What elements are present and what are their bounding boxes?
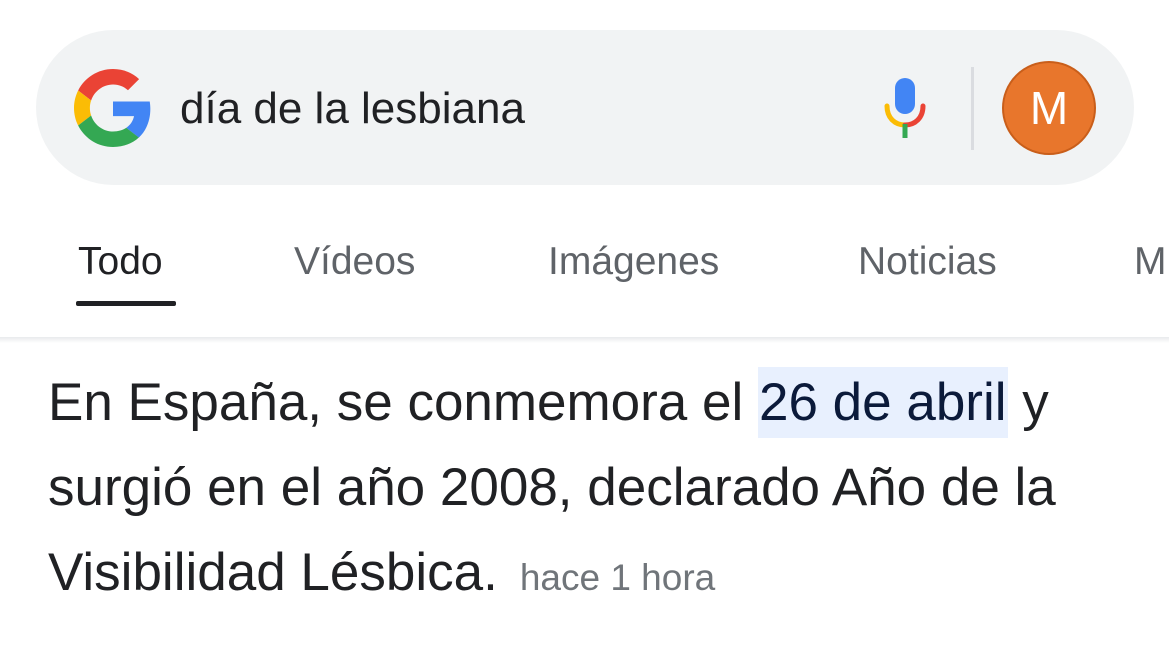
answer-text-start: En España, se conmemora el [48, 373, 758, 432]
google-search-results-page: día de la lesbiana M Todo Vídeos Imágene… [0, 0, 1169, 653]
answer-timestamp: hace 1 hora [519, 557, 716, 598]
tabs-divider [0, 337, 1169, 343]
tab-imagenes[interactable]: Imágenes [548, 238, 719, 286]
tab-todo[interactable]: Todo [78, 238, 163, 286]
search-bar-divider [971, 67, 974, 150]
featured-answer: En España, se conmemora el 26 de abril y… [48, 360, 1138, 620]
search-input[interactable]: día de la lesbiana [180, 82, 525, 136]
tab-videos[interactable]: Vídeos [294, 238, 415, 286]
account-avatar[interactable]: M [1002, 61, 1096, 155]
tab-more[interactable]: M [1134, 238, 1167, 286]
microphone-icon[interactable] [882, 76, 928, 140]
google-g-icon [74, 69, 151, 147]
search-tabs: Todo Vídeos Imágenes Noticias M [0, 220, 1169, 340]
active-tab-indicator [76, 301, 176, 306]
answer-highlight: 26 de abril [758, 367, 1008, 438]
tab-noticias[interactable]: Noticias [858, 238, 997, 286]
